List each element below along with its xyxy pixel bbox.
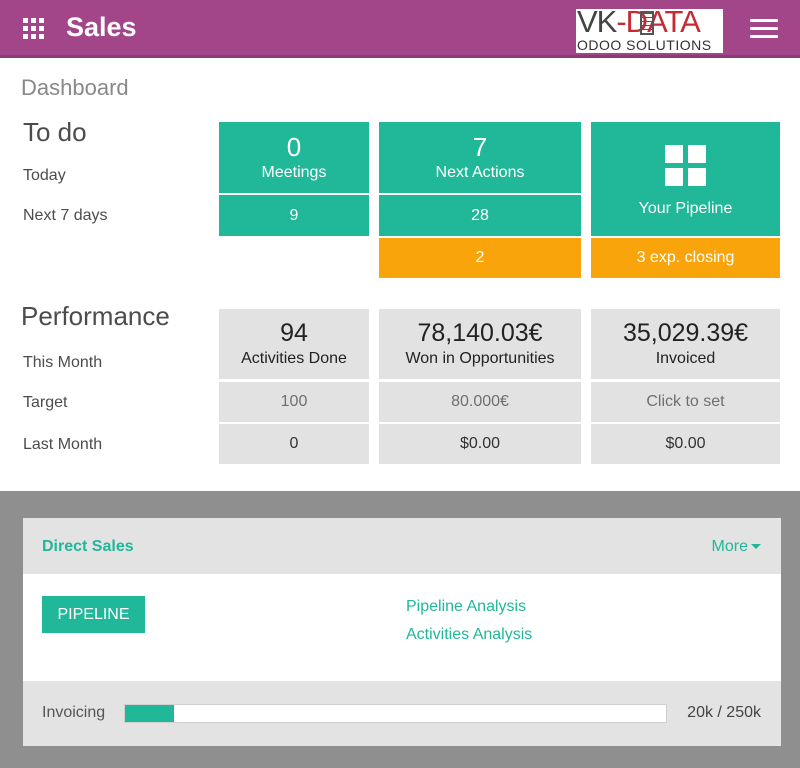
activities-analysis-link[interactable]: Activities Analysis [406,626,532,644]
next-actions-label: Next Actions [435,163,525,181]
hamburger-menu-icon[interactable] [750,19,778,39]
invoiced-tile[interactable]: 35,029.39€ Invoiced [591,309,780,379]
activities-last-month: 0 [219,424,369,464]
won-last-month: $0.00 [379,424,581,464]
grid-icon [665,144,706,186]
invoicing-progress-fill [125,705,174,722]
won-target[interactable]: 80.000€ [379,382,581,422]
won-opportunities-label: Won in Opportunities [405,350,555,367]
meetings-count: 0 [286,131,302,162]
invoicing-label: Invoicing [42,704,106,721]
your-pipeline-label: Your Pipeline [638,199,733,217]
meetings-next-7-days[interactable]: 9 [219,195,369,236]
row-label-this-month: This Month [23,354,103,371]
top-bar: Sales VK-DATA ODOO SOLUTIONS [0,0,800,58]
sales-team-card: Direct Sales More PIPELINE Pipeline Anal… [23,518,781,746]
won-opportunities-tile[interactable]: 78,140.03€ Won in Opportunities [379,309,581,379]
row-label-target: Target [23,394,68,411]
invoiced-label: Invoiced [655,350,716,367]
row-label-last-month: Last Month [23,436,103,453]
performance-heading: Performance [21,301,170,331]
invoiced-last-month: $0.00 [591,424,780,464]
invoiced-value: 35,029.39€ [622,319,749,347]
meetings-tile[interactable]: 0 Meetings [219,122,369,193]
invoiced-target-click-to-set[interactable]: Click to set [591,382,780,422]
next-actions-next-7-days[interactable]: 28 [379,195,581,236]
dashboard-title: Dashboard [21,75,129,100]
pipeline-button[interactable]: PIPELINE [42,596,145,633]
company-logo: VK-DATA ODOO SOLUTIONS [576,9,723,53]
expected-closing-tile[interactable]: 3 exp. closing [591,238,780,278]
won-opportunities-value: 78,140.03€ [417,319,543,347]
invoicing-progress-bar[interactable] [124,704,667,723]
next-actions-count: 7 [472,131,488,162]
pipeline-analysis-link[interactable]: Pipeline Analysis [406,598,526,616]
team-card-header: Direct Sales More [23,518,781,574]
next-actions-overdue[interactable]: 2 [379,238,581,278]
activities-done-tile[interactable]: 94 Activities Done [219,309,369,379]
row-label-today: Today [23,167,66,184]
next-actions-tile[interactable]: 7 Next Actions [379,122,581,193]
caret-down-icon [751,544,761,550]
activities-done-value: 94 [280,319,308,347]
activities-target[interactable]: 100 [219,382,369,422]
apps-grid-icon[interactable] [23,18,45,40]
team-name[interactable]: Direct Sales [42,538,134,556]
meetings-label: Meetings [261,163,327,181]
your-pipeline-tile[interactable]: Your Pipeline [591,122,780,236]
invoicing-value: 20k / 250k [687,704,761,721]
row-label-next-7-days: Next 7 days [23,207,108,224]
activities-done-label: Activities Done [241,350,347,367]
app-title: Sales [66,12,137,42]
more-dropdown[interactable]: More [712,538,761,556]
team-card-footer: Invoicing 20k / 250k [23,681,781,746]
todo-heading: To do [23,117,87,147]
